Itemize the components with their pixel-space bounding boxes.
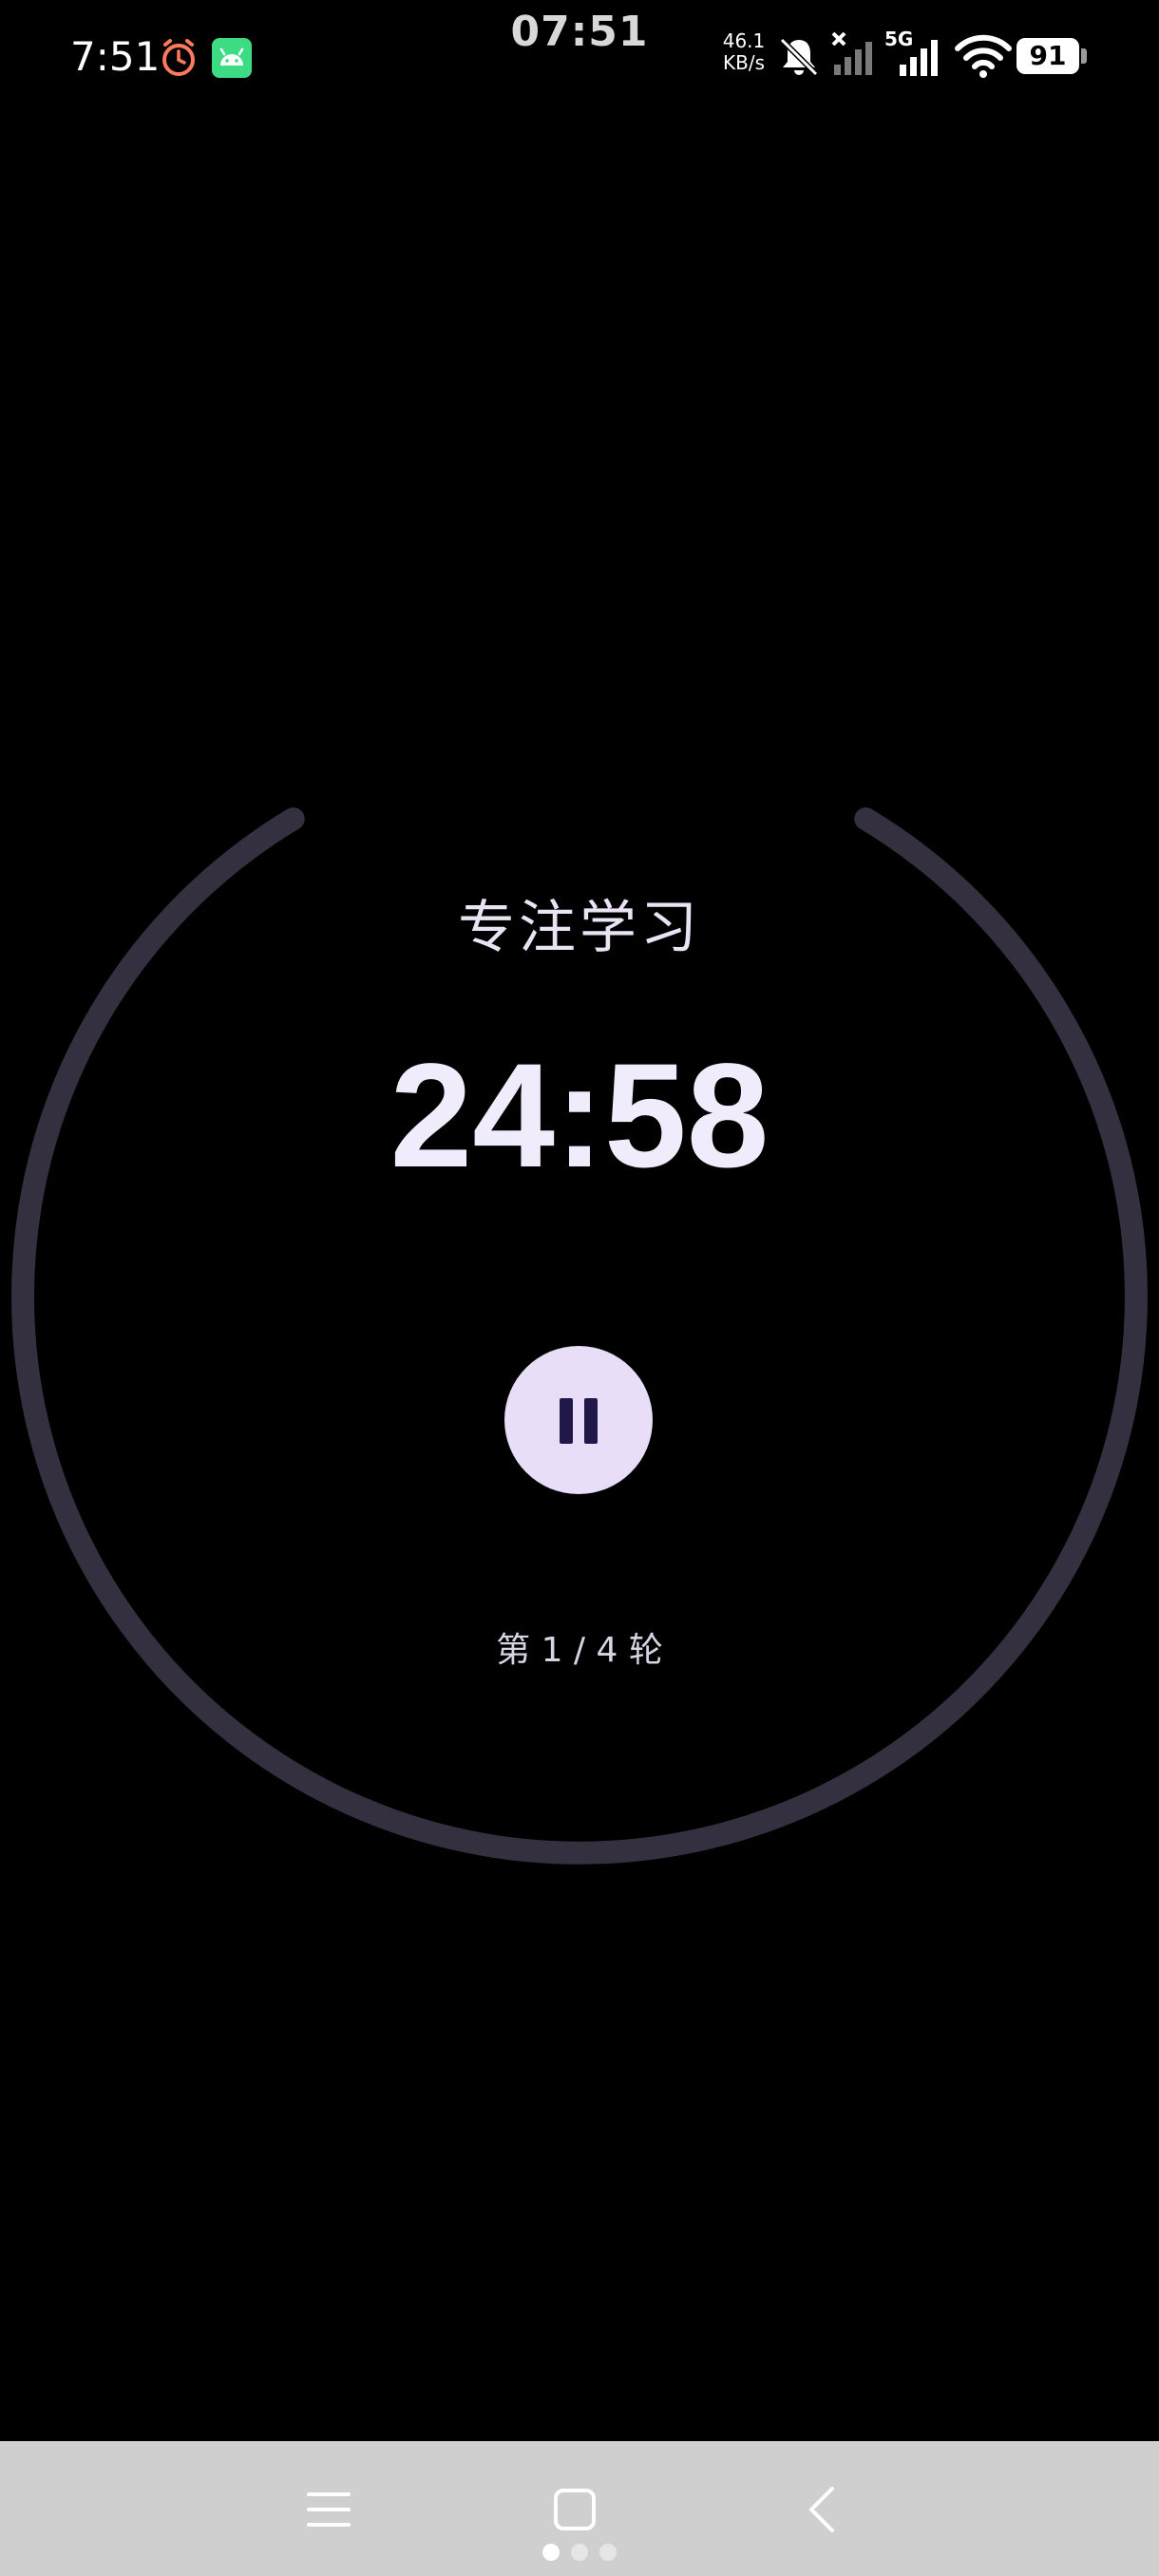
menu-icon [307,2492,351,2527]
pomodoro-screen: 7:51 07:51 46.1 KB/s 5G 91 专注学习 24:58 第 … [0,0,1159,2576]
progress-ring [11,807,1148,1865]
pause-button[interactable] [504,1346,653,1494]
network-speed: 46.1 KB/s [717,30,770,74]
pause-icon-bar-right [584,1398,598,1444]
cellular-signal-icon [900,40,938,76]
home-square-icon [554,2489,596,2530]
navigation-bar [0,2441,1159,2576]
bell-muted-icon [779,37,819,77]
countdown-display: 24:58 [390,1033,770,1199]
battery-icon: 91 [1016,38,1079,74]
signal-no-service-icon [831,31,872,75]
session-label: 专注学习 [458,895,701,961]
network-speed-unit: KB/s [723,51,765,74]
battery-tip [1081,48,1087,64]
back-button[interactable] [777,2464,868,2555]
page-indicator-dot-active [542,2544,560,2561]
page-indicator-dot [599,2544,617,2561]
wifi-icon [955,34,1012,78]
page-indicator-dot [571,2544,588,2561]
status-bar: 7:51 07:51 46.1 KB/s 5G 91 [0,0,1159,114]
progress-ring-track [11,807,1148,1865]
back-chevron-icon [809,2487,834,2532]
round-counter: 第 1 / 4 轮 [496,1631,663,1670]
network-speed-value: 46.1 [722,29,766,52]
recent-apps-button[interactable] [283,2464,374,2555]
pause-icon [560,1398,573,1444]
home-button[interactable] [529,2464,620,2555]
